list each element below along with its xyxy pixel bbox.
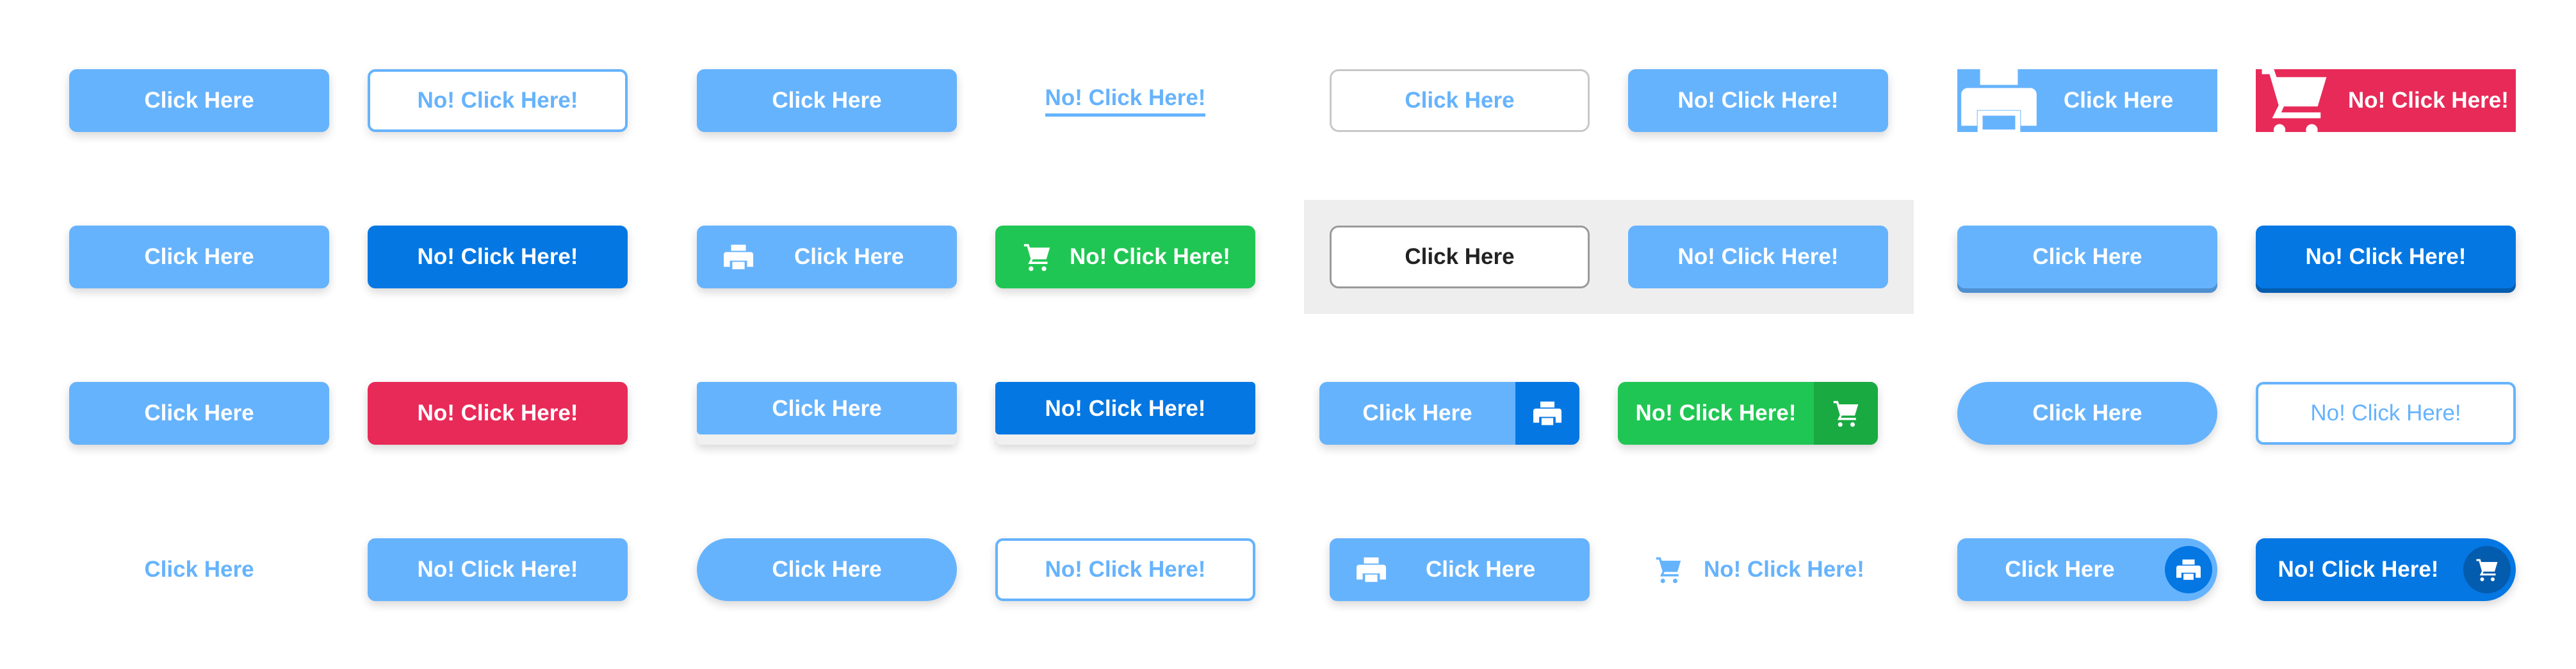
- button-label: No! Click Here!: [1677, 88, 1839, 113]
- button-label: No! Click Here!: [1635, 401, 1797, 425]
- printer-icon: [722, 244, 754, 270]
- button-label: No! Click Here!: [417, 401, 578, 425]
- button-label: No! Click Here!: [2348, 88, 2509, 113]
- button-label: No! Click Here!: [1677, 244, 1839, 269]
- no-click-here-button[interactable]: No! Click Here!: [995, 382, 1255, 445]
- no-click-here-outline-button[interactable]: No! Click Here!: [368, 69, 628, 132]
- click-here-pill-button[interactable]: Click Here: [697, 538, 957, 601]
- no-click-here-pill-outline-button[interactable]: No! Click Here!: [995, 538, 1255, 601]
- button-label: Click Here: [1405, 88, 1515, 113]
- click-here-text-button[interactable]: Click Here: [69, 538, 329, 601]
- button-label: No! Click Here!: [1045, 396, 1206, 421]
- button-label: No! Click Here!: [417, 244, 578, 269]
- button-label: Click Here: [144, 244, 254, 269]
- no-click-here-cart-button[interactable]: No! Click Here!: [2256, 69, 2516, 132]
- button-label: Click Here: [2064, 88, 2174, 113]
- click-here-outline-button[interactable]: Click Here: [1330, 69, 1590, 132]
- no-click-here-button[interactable]: No! Click Here!: [368, 226, 628, 288]
- click-here-printer-button[interactable]: Click Here: [697, 226, 957, 288]
- printer-icon: [1355, 557, 1387, 582]
- click-here-button[interactable]: Click Here: [697, 382, 957, 445]
- button-label: No! Click Here!: [1070, 244, 1230, 269]
- click-here-outline-button[interactable]: Click Here: [1330, 226, 1590, 288]
- button-label: Click Here: [794, 244, 904, 269]
- button-label: Click Here: [1405, 244, 1515, 269]
- click-here-printer-button[interactable]: Click Here: [1957, 69, 2217, 132]
- shopping-cart-icon: [2256, 69, 2333, 132]
- no-click-here-cart-text-button[interactable]: No! Click Here!: [1628, 538, 1888, 601]
- button-label: No! Click Here!: [2310, 401, 2461, 425]
- shopping-cart-icon: [1654, 556, 1683, 583]
- no-click-here-link[interactable]: No! Click Here!: [995, 69, 1255, 132]
- no-click-here-button[interactable]: No! Click Here!: [1628, 69, 1888, 132]
- click-here-printer-button[interactable]: Click Here: [1319, 382, 1579, 445]
- button-label: Click Here: [2005, 557, 2115, 582]
- button-label: Click Here: [1426, 557, 1536, 582]
- button-label: Click Here: [2032, 244, 2142, 269]
- button-label: No! Click Here!: [417, 88, 578, 113]
- button-label: No! Click Here!: [1045, 557, 1206, 582]
- no-click-here-3d-button[interactable]: No! Click Here!: [2256, 226, 2516, 288]
- button-label: Click Here: [772, 396, 882, 421]
- no-click-here-cart-button[interactable]: No! Click Here!: [1618, 382, 1878, 445]
- button-label: Click Here: [772, 557, 882, 582]
- button-label: Click Here: [2032, 401, 2142, 425]
- shopping-cart-icon: [1022, 243, 1052, 271]
- button-label: No! Click Here!: [1704, 557, 1864, 582]
- button-label: Click Here: [144, 557, 254, 582]
- click-here-printer-button[interactable]: Click Here: [1330, 538, 1590, 601]
- shopping-cart-icon: [1814, 382, 1878, 445]
- button-label: No! Click Here!: [417, 557, 578, 582]
- button-label: No! Click Here!: [2305, 244, 2466, 269]
- printer-icon: [2165, 546, 2212, 593]
- click-here-button[interactable]: Click Here: [69, 382, 329, 445]
- click-here-button[interactable]: Click Here: [697, 69, 957, 132]
- button-label: Click Here: [772, 88, 882, 113]
- no-click-here-button[interactable]: No! Click Here!: [1628, 226, 1888, 288]
- no-click-here-button[interactable]: No! Click Here!: [368, 538, 628, 601]
- no-click-here-cart-button[interactable]: No! Click Here!: [995, 226, 1255, 288]
- button-label: No! Click Here!: [1045, 85, 1206, 117]
- printer-icon: [1957, 69, 2041, 132]
- click-here-pill-button[interactable]: Click Here: [1957, 382, 2217, 445]
- shopping-cart-icon: [2463, 546, 2511, 593]
- button-label: Click Here: [1362, 401, 1472, 425]
- click-here-button[interactable]: Click Here: [69, 69, 329, 132]
- click-here-3d-button[interactable]: Click Here: [1957, 226, 2217, 288]
- button-label: Click Here: [144, 401, 254, 425]
- no-click-here-pill-outline-button[interactable]: No! Click Here!: [2256, 382, 2516, 445]
- button-label: Click Here: [144, 88, 254, 113]
- printer-icon: [1515, 382, 1579, 445]
- click-here-button[interactable]: Click Here: [69, 226, 329, 288]
- button-label: No! Click Here!: [2278, 557, 2439, 582]
- no-click-here-button[interactable]: No! Click Here!: [368, 382, 628, 445]
- no-click-here-cart-button[interactable]: No! Click Here!: [2256, 538, 2516, 601]
- click-here-printer-button[interactable]: Click Here: [1957, 538, 2217, 601]
